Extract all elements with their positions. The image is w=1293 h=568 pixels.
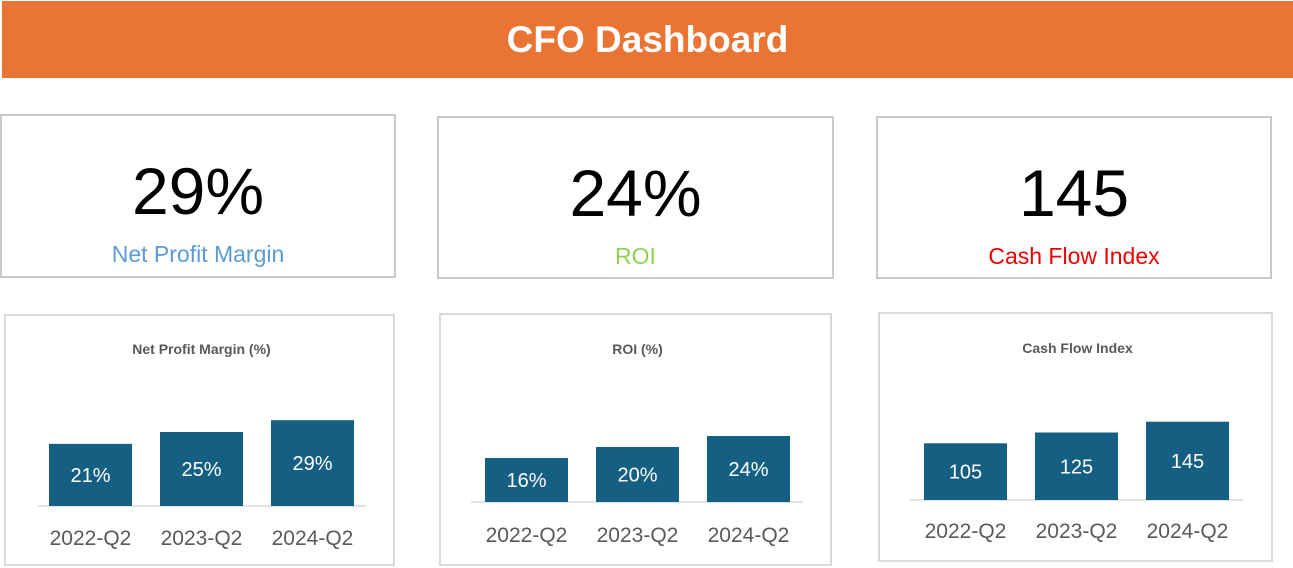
kpi-card-roi: 24% ROI: [437, 116, 834, 279]
net-profit-margin-chart: Net Profit Margin (%) 21% 2022-Q2 25% 2023-Q…: [38, 341, 366, 550]
data-label: 29%: [292, 453, 332, 475]
kpi-label: ROI: [615, 243, 656, 269]
category-label: 2024-Q2: [272, 527, 354, 550]
chart-title: Cash Flow Index: [1022, 340, 1133, 356]
roi-chart: ROI (%) 16% 2022-Q2 20% 2023-Q2 24% 2024-Q2: [471, 341, 803, 547]
kpi-label: Cash Flow Index: [988, 243, 1160, 269]
data-label: 145: [1171, 451, 1204, 473]
data-label: 21%: [70, 465, 110, 487]
kpi-card-cash-flow-index: 145 Cash Flow Index: [876, 116, 1272, 279]
category-label: 2023-Q2: [161, 527, 243, 550]
kpi-label: Net Profit Margin: [111, 241, 285, 267]
chart-title: Net Profit Margin (%): [132, 341, 270, 357]
category-label: 2022-Q2: [925, 520, 1007, 543]
chart-card-roi: ROI (%) 16% 2022-Q2 20% 2023-Q2 24% 2024-Q2: [439, 313, 832, 566]
category-label: 2024-Q2: [708, 524, 790, 547]
dashboard-header: CFO Dashboard: [2, 1, 1293, 78]
data-label: 25%: [181, 459, 221, 481]
kpi-value: 29%: [131, 154, 265, 228]
category-label: 2023-Q2: [1036, 520, 1118, 543]
data-label: 20%: [617, 465, 657, 487]
cash-flow-index-chart: Cash Flow Index 105 2022-Q2 125 2023-Q2 145 20…: [910, 340, 1243, 543]
kpi-value: 145: [1018, 156, 1130, 230]
category-label: 2022-Q2: [486, 524, 568, 547]
category-label: 2022-Q2: [50, 527, 132, 550]
chart-card-net-profit-margin: Net Profit Margin (%) 21% 2022-Q2 25% 2023-Q…: [4, 314, 395, 566]
page-title: CFO Dashboard: [506, 18, 789, 60]
data-label: 125: [1060, 456, 1093, 478]
data-label: 16%: [506, 470, 546, 492]
kpi-card-net-profit-margin: 29% Net Profit Margin: [0, 114, 396, 278]
data-label: 24%: [728, 459, 768, 481]
category-label: 2024-Q2: [1147, 520, 1229, 543]
kpi-value: 24%: [569, 156, 702, 230]
chart-card-cash-flow-index: Cash Flow Index 105 2022-Q2 125 2023-Q2 145 20…: [878, 312, 1273, 562]
data-label: 105: [949, 462, 982, 484]
chart-title: ROI (%): [612, 341, 663, 357]
category-label: 2023-Q2: [597, 524, 679, 547]
